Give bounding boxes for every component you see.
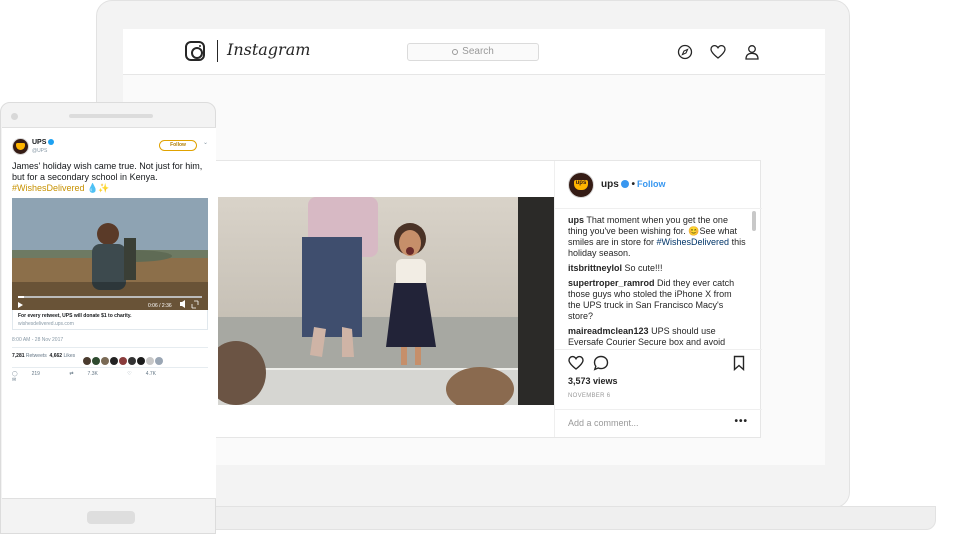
liker-avatar[interactable] — [101, 357, 109, 365]
phone-home-button[interactable] — [87, 511, 135, 524]
post-date: NOVEMBER 6 — [568, 393, 611, 399]
comment-user[interactable]: supertroper_ramrod — [568, 278, 655, 288]
liker-avatar[interactable] — [110, 357, 118, 365]
retweet-count: 7.3K — [87, 371, 98, 377]
divider — [12, 367, 208, 368]
twitter-screen: UPS @UPS Follow ⌄ James' holiday wish ca… — [2, 127, 216, 499]
post-username-text: ups — [601, 179, 619, 190]
tweet-menu-caret-icon[interactable]: ⌄ — [203, 139, 208, 146]
reply-count: 219 — [31, 371, 40, 377]
comment-user[interactable]: maireadmclean123 — [568, 326, 649, 336]
like-icon: ♡ — [127, 371, 132, 377]
heart-icon[interactable] — [710, 44, 726, 60]
liker-avatar[interactable] — [146, 357, 154, 365]
tweet-actions: ◯ 219 ⇄ 7.3K ♡ 4.7K ✉ — [12, 371, 216, 383]
like-count: 4.7K — [145, 371, 157, 377]
tweet-author-name-text: UPS — [32, 139, 47, 146]
likes-label: Likes — [63, 353, 76, 359]
comments-scrollbar[interactable] — [752, 211, 756, 231]
tweet-hashtag[interactable]: #WishesDelivered — [12, 183, 85, 193]
instagram-wordmark[interactable]: Instagram — [227, 40, 310, 59]
liker-avatar[interactable] — [119, 357, 127, 365]
post-actions: 3,573 views NOVEMBER 6 — [555, 349, 762, 401]
compass-icon[interactable] — [677, 44, 693, 60]
phone-camera — [11, 113, 18, 120]
instagram-screen: Instagram Search ups ups • Follow ups Th… — [123, 29, 825, 465]
liker-avatar[interactable] — [92, 357, 100, 365]
envelope-icon: ✉ — [12, 377, 17, 383]
caption: ups That moment when you get the one thi… — [568, 215, 746, 259]
comment-user[interactable]: itsbrittneylol — [568, 263, 622, 273]
liker-avatar[interactable] — [128, 357, 136, 365]
post-header: ups ups • Follow — [555, 161, 762, 209]
card-url: wishesdelivered.ups.com — [18, 321, 74, 327]
instagram-camera-icon[interactable] — [185, 41, 205, 61]
add-comment-input[interactable]: Add a comment... — [568, 418, 639, 428]
instagram-nav-bar: Instagram Search — [123, 29, 825, 75]
retweet-icon: ⇄ — [69, 371, 74, 377]
card-title: For every retweet, UPS will donate $1 to… — [18, 313, 132, 319]
profile-icon[interactable] — [744, 44, 760, 60]
retweets-count[interactable]: 7,281 — [12, 353, 25, 359]
comment-text: So cute!!! — [624, 263, 663, 273]
add-comment-row: Add a comment... ••• — [555, 409, 762, 437]
logo-divider — [217, 40, 218, 62]
comment: itsbrittneylol So cute!!! — [568, 263, 746, 274]
more-options-icon[interactable]: ••• — [734, 416, 748, 427]
tweet-text: James' holiday wish came true. Not just … — [12, 161, 208, 194]
verified-badge-icon — [48, 139, 55, 145]
tweet-video[interactable]: 0:06 / 2:36 — [12, 198, 208, 310]
instagram-post: ups ups • Follow ups That moment when yo… — [215, 160, 762, 438]
tweet-avatar[interactable] — [12, 138, 29, 155]
video-frame-man-in-field: 0:06 / 2:36 — [12, 198, 208, 310]
comment-bubble-icon[interactable] — [593, 355, 609, 371]
video-frame-girl-at-truck — [218, 197, 554, 405]
search-icon — [452, 49, 459, 55]
view-count[interactable]: 3,573 views — [568, 376, 618, 386]
dot-separator: • — [628, 179, 636, 190]
liker-avatar[interactable] — [137, 357, 145, 365]
phone-frame: UPS @UPS Follow ⌄ James' holiday wish ca… — [0, 102, 216, 534]
bookmark-icon[interactable] — [731, 355, 747, 371]
tweet-handle[interactable]: @UPS — [32, 148, 47, 154]
divider — [12, 347, 208, 348]
tweet-timestamp[interactable]: 8:00 AM - 28 Nov 2017 — [12, 337, 63, 343]
liker-avatar[interactable] — [83, 357, 91, 365]
comments-list: ups That moment when you get the one thi… — [568, 215, 746, 349]
liker-avatars — [83, 352, 164, 365]
search-placeholder: Search — [462, 46, 494, 57]
search-input[interactable]: Search — [407, 43, 539, 61]
comment-user[interactable]: ups — [568, 215, 584, 225]
like-button[interactable]: ♡ 4.7K — [127, 371, 170, 377]
tweet-emoji: 💧✨ — [87, 183, 110, 193]
post-username[interactable]: ups • — [601, 179, 635, 190]
laptop-base — [96, 506, 936, 530]
video-timestamp: 0:06 / 2:36 — [148, 303, 172, 309]
ups-shield-logo — [16, 143, 25, 150]
direct-message-button[interactable]: ✉ — [12, 377, 30, 383]
retweets-label: Retweets — [25, 353, 47, 359]
likes-count[interactable]: 4,662 — [50, 353, 63, 359]
tweet-author-name[interactable]: UPS — [32, 139, 55, 146]
ups-shield-logo: ups — [574, 179, 588, 191]
tweet-stats: 7,281 Retweets 4,662 Likes — [12, 353, 75, 359]
like-heart-icon[interactable] — [568, 355, 584, 371]
liker-avatar[interactable] — [155, 357, 163, 365]
follow-button[interactable]: Follow — [637, 179, 666, 189]
post-sidebar: ups ups • Follow ups That moment when yo… — [554, 161, 762, 437]
tweet-follow-button[interactable]: Follow — [159, 140, 197, 151]
ups-avatar[interactable]: ups — [568, 172, 594, 198]
caption-hashtag[interactable]: #WishesDelivered — [657, 237, 730, 247]
tweet-body: James' holiday wish came true. Not just … — [12, 161, 203, 182]
phone-speaker — [69, 114, 153, 118]
post-video[interactable] — [218, 197, 554, 405]
comment: supertroper_ramrod Did they ever catch t… — [568, 278, 746, 322]
comment: maireadmclean123 UPS should use Eversafe… — [568, 326, 746, 348]
retweet-button[interactable]: ⇄ 7.3K — [69, 371, 112, 377]
verified-badge-icon — [620, 180, 629, 188]
tweet-link-card[interactable]: For every retweet, UPS will donate $1 to… — [12, 310, 208, 330]
